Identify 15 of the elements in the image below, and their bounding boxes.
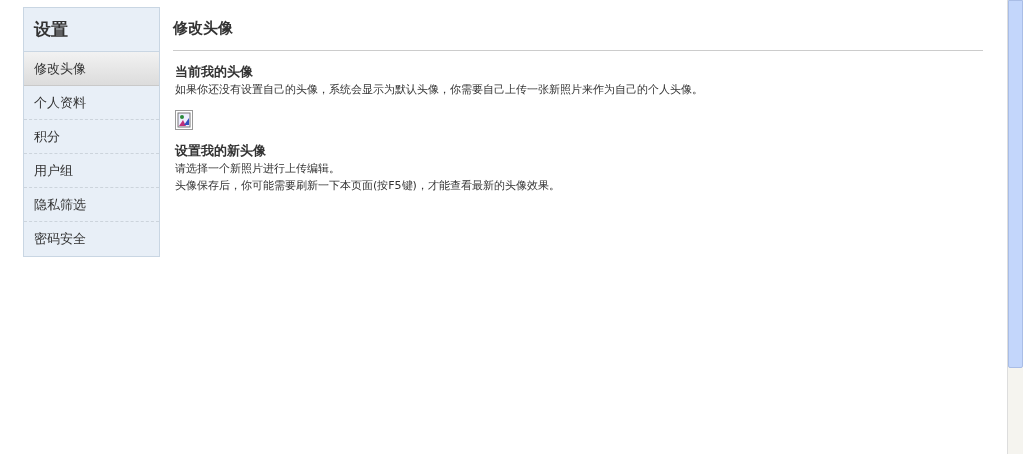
sidebar-item[interactable]: 用户组 (24, 154, 159, 188)
section-text: 头像保存后，你可能需要刷新一下本页面(按F5键)，才能查看最新的头像效果。 (175, 177, 561, 194)
scrollbar-thumb[interactable] (1008, 0, 1023, 368)
page-title: 修改头像 (173, 17, 983, 51)
broken-image-icon (175, 109, 193, 130)
sidebar-item[interactable]: 积分 (24, 120, 159, 154)
sidebar-item[interactable]: 个人资料 (24, 86, 159, 120)
sidebar-item[interactable]: 密码安全 (24, 222, 159, 256)
sidebar-item[interactable]: 隐私筛选 (24, 188, 159, 222)
section-heading: 设置我的新头像 (175, 141, 267, 160)
section-text: 请选择一个新照片进行上传编辑。 (175, 160, 341, 177)
scrollbar[interactable] (1007, 0, 1023, 454)
section-heading: 当前我的头像 (175, 62, 254, 81)
section-text: 如果你还没有设置自己的头像，系统会显示为默认头像，你需要自己上传一张新照片来作为自己的个人头像。 (175, 81, 704, 98)
sidebar-item[interactable]: 修改头像 (24, 52, 159, 86)
